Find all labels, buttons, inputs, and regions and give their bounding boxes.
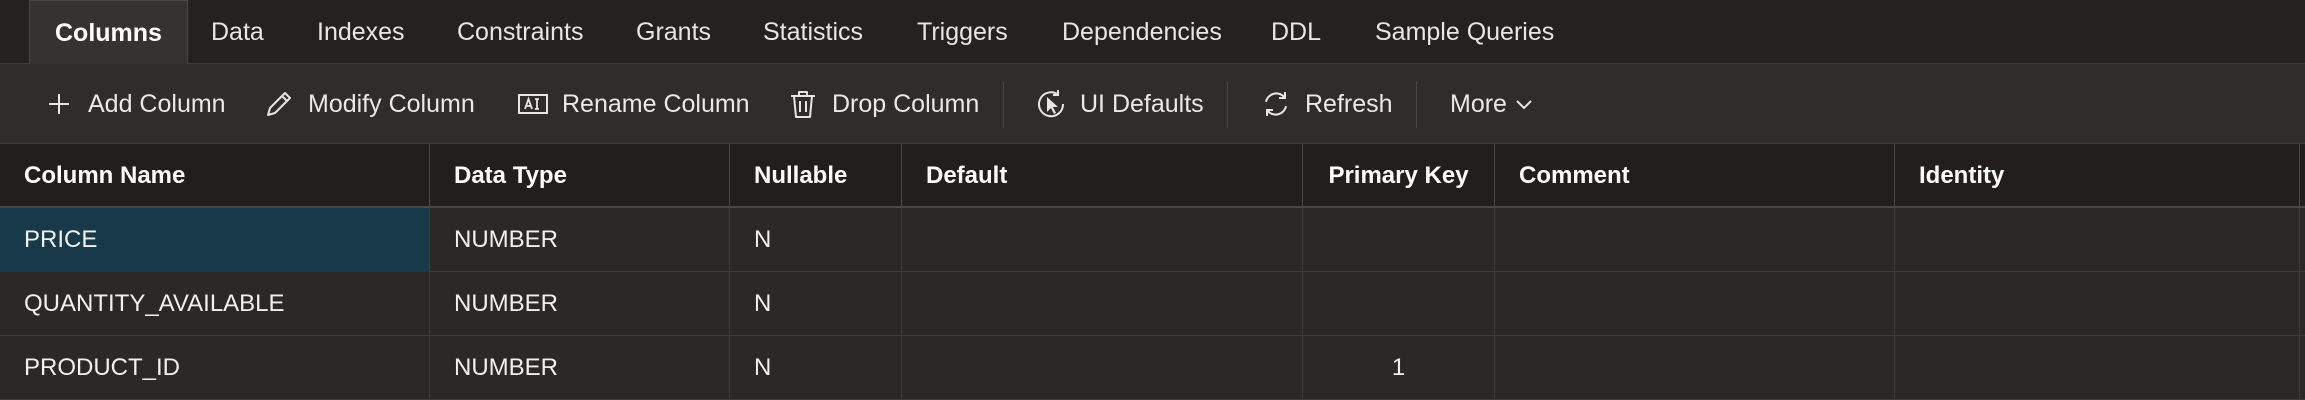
cell-default[interactable] [902,272,1303,336]
cell-nullable[interactable]: N [730,272,902,336]
cell-column-name[interactable]: PRICE [0,208,430,272]
column-header-column-name[interactable]: Column Name [0,144,430,208]
toolbar-separator [1416,82,1417,128]
column-header-nullable[interactable]: Nullable [730,144,902,208]
refresh-button[interactable]: Refresh [1259,64,1393,144]
table-row[interactable]: QUANTITY_AVAILABLE NUMBER N [0,272,2305,336]
cell-comment[interactable] [1495,336,1895,400]
drop-column-label: Drop Column [832,89,980,118]
tab-ddl[interactable]: DDL [1271,0,1321,64]
tab-bar: Columns Data Indexes Constraints Grants … [0,0,2305,65]
add-column-label: Add Column [88,89,226,118]
trash-icon [786,87,820,121]
modify-column-button[interactable]: Modify Column [262,64,475,144]
more-label: More [1450,89,1507,118]
cell-data-type[interactable]: NUMBER [430,208,730,272]
cell-primary-key[interactable]: 1 [1303,336,1495,400]
cell-default[interactable] [902,336,1303,400]
modify-column-label: Modify Column [308,89,475,118]
refresh-icon [1259,87,1293,121]
drop-column-button[interactable]: Drop Column [786,64,979,144]
ui-defaults-button[interactable]: UI Defaults [1034,64,1204,144]
grid-header: Column Name Data Type Nullable Default P… [0,144,2305,208]
columns-grid: Column Name Data Type Nullable Default P… [0,144,2305,400]
tab-indexes[interactable]: Indexes [317,0,405,64]
tab-sample-queries[interactable]: Sample Queries [1375,0,1554,64]
column-header-default[interactable]: Default [902,144,1303,208]
tab-statistics[interactable]: Statistics [763,0,863,64]
tab-columns[interactable]: Columns [29,0,188,65]
cell-identity[interactable] [1895,208,2300,272]
toolbar: Add Column Modify Column Rename Column D… [0,64,2305,144]
tab-constraints[interactable]: Constraints [457,0,583,64]
rename-field-icon [516,87,550,121]
tab-grants[interactable]: Grants [636,0,711,64]
cell-data-type[interactable]: NUMBER [430,336,730,400]
column-header-comment[interactable]: Comment [1495,144,1895,208]
rename-column-label: Rename Column [562,89,750,118]
table-row[interactable]: PRICE NUMBER N [0,208,2305,272]
column-header-primary-key[interactable]: Primary Key [1303,144,1495,208]
cell-data-type[interactable]: NUMBER [430,272,730,336]
more-menu-button[interactable]: More [1450,64,1535,144]
column-header-data-type[interactable]: Data Type [430,144,730,208]
cell-comment[interactable] [1495,208,1895,272]
cursor-refresh-icon [1034,87,1068,121]
column-header-identity[interactable]: Identity [1895,144,2300,208]
tab-dependencies[interactable]: Dependencies [1062,0,1222,64]
plus-icon [42,87,76,121]
rename-column-button[interactable]: Rename Column [516,64,750,144]
pencil-icon [262,87,296,121]
cell-default[interactable] [902,208,1303,272]
add-column-button[interactable]: Add Column [42,64,226,144]
chevron-down-icon [1513,93,1535,115]
refresh-label: Refresh [1305,89,1393,118]
ui-defaults-label: UI Defaults [1080,89,1204,118]
cell-column-name[interactable]: PRODUCT_ID [0,336,430,400]
cell-identity[interactable] [1895,272,2300,336]
toolbar-separator [1003,82,1004,128]
cell-nullable[interactable]: N [730,208,902,272]
cell-nullable[interactable]: N [730,336,902,400]
cell-comment[interactable] [1495,272,1895,336]
cell-primary-key[interactable] [1303,208,1495,272]
table-row[interactable]: PRODUCT_ID NUMBER N 1 [0,336,2305,400]
tab-triggers[interactable]: Triggers [917,0,1008,64]
tab-data[interactable]: Data [211,0,264,64]
cell-identity[interactable] [1895,336,2300,400]
cell-primary-key[interactable] [1303,272,1495,336]
cell-column-name[interactable]: QUANTITY_AVAILABLE [0,272,430,336]
toolbar-separator [1227,82,1228,128]
